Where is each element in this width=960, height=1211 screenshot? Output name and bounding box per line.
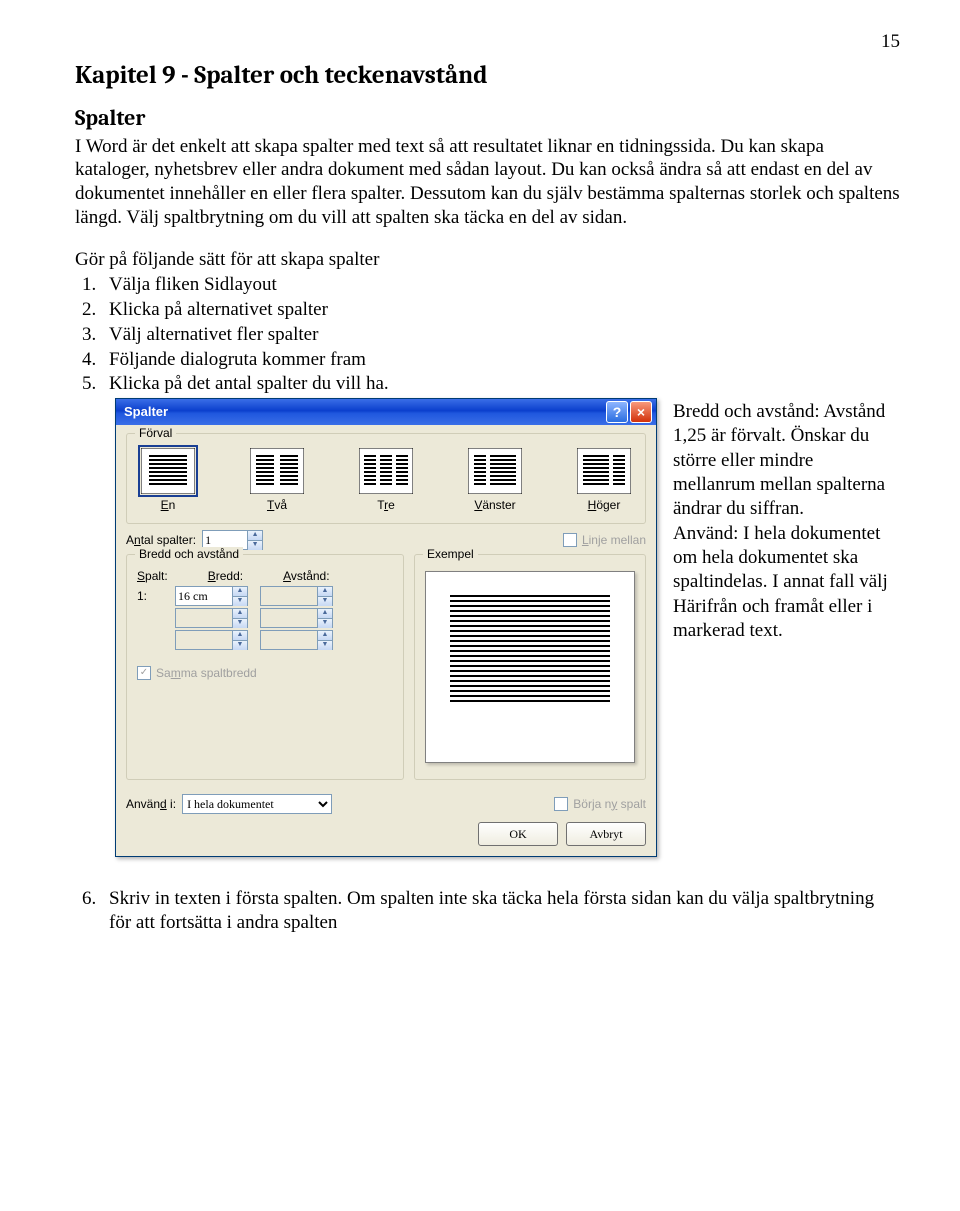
same-width-checkbox: ✓ Samma spaltbredd (137, 666, 257, 681)
width-spinner[interactable]: ▲▼ (175, 586, 248, 606)
preview-legend: Exempel (423, 547, 478, 562)
col-header: Spalt: (137, 569, 168, 584)
width-spacing-group: Bredd och avstånd Spalt: Bredd: Avstånd:… (126, 554, 404, 780)
preset-label: Tre (359, 498, 413, 513)
dialog-title: Spalter (124, 404, 168, 420)
preset-two[interactable]: Två (250, 448, 304, 513)
list-item: Klicka på det antal spalter du vill ha. (101, 372, 900, 396)
spin-down-icon[interactable]: ▼ (232, 597, 247, 606)
preset-three[interactable]: Tre (359, 448, 413, 513)
width-legend: Bredd och avstånd (135, 547, 243, 562)
line-between-label: Linje mellan (582, 533, 646, 548)
columns-three-icon (359, 448, 413, 494)
list-item: Välj alternativet fler spalter (101, 323, 900, 347)
spacing-spinner: ▲▼ (260, 586, 333, 606)
cancel-button[interactable]: Avbryt (566, 822, 646, 846)
page-number: 15 (75, 30, 900, 54)
checkbox-icon (554, 797, 568, 811)
line-between-checkbox: Linje mellan (563, 533, 646, 548)
preset-label: Två (250, 498, 304, 513)
checkbox-icon: ✓ (137, 666, 151, 680)
apply-to-select[interactable]: I hela dokumentet (182, 794, 332, 814)
preview-lines-icon (450, 595, 610, 702)
dialog-titlebar: Spalter ? × (116, 399, 656, 425)
spin-up-icon: ▲ (317, 587, 332, 597)
preset-label: Vänster (468, 498, 522, 513)
help-button[interactable]: ? (606, 401, 628, 423)
presets-legend: Förval (135, 426, 176, 441)
spin-up-icon[interactable]: ▲ (232, 587, 247, 597)
apply-to-label: Använd i: (126, 797, 176, 812)
close-button[interactable]: × (630, 401, 652, 423)
columns-one-icon (141, 448, 195, 494)
list-item: Skriv in texten i första spalten. Om spa… (101, 887, 900, 935)
same-width-label: Samma spaltbredd (156, 666, 257, 681)
preview-box (425, 571, 635, 763)
steps-title: Gör på följande sätt för att skapa spalt… (75, 248, 900, 272)
chapter-heading: Kapitel 9 - Spalter och teckenavstånd (75, 60, 900, 91)
list-item: Välja fliken Sidlayout (101, 273, 900, 297)
ok-button[interactable]: OK (478, 822, 558, 846)
col-header: Bredd: (208, 569, 243, 584)
spin-down-icon: ▼ (317, 597, 332, 606)
list-item: Klicka på alternativet spalter (101, 298, 900, 322)
steps-continued: Skriv in texten i första spalten. Om spa… (101, 887, 900, 935)
preset-label: Höger (577, 498, 631, 513)
side-annotation: Bredd och avstånd: Avstånd 1,25 är förva… (673, 398, 900, 643)
columns-right-icon (577, 448, 631, 494)
preview-group: Exempel (414, 554, 646, 780)
presets-group: Förval En (126, 433, 646, 524)
width-spinner-disabled: ▲▼ (175, 630, 248, 650)
section-heading: Spalter (75, 105, 900, 133)
num-columns-label: Antal spalter: (126, 533, 196, 548)
preset-one[interactable]: En (141, 448, 195, 513)
columns-dialog: Spalter ? × Förval (115, 398, 657, 857)
width-input[interactable] (176, 587, 232, 605)
spin-down-icon[interactable]: ▼ (247, 541, 262, 550)
preset-left[interactable]: Vänster (468, 448, 522, 513)
steps-list: Välja fliken Sidlayout Klicka på alterna… (101, 273, 900, 396)
intro-paragraph: I Word är det enkelt att skapa spalter m… (75, 135, 900, 230)
checkbox-icon (563, 533, 577, 547)
list-item: Följande dialogruta kommer fram (101, 348, 900, 372)
preset-right[interactable]: Höger (577, 448, 631, 513)
spacing-spinner-disabled: ▲▼ (260, 608, 333, 628)
spacing-spinner-disabled: ▲▼ (260, 630, 333, 650)
spin-up-icon[interactable]: ▲ (247, 531, 262, 541)
col-header: Avstånd: (283, 569, 330, 584)
width-spinner-disabled: ▲▼ (175, 608, 248, 628)
columns-two-icon (250, 448, 304, 494)
row-number: 1: (137, 589, 163, 604)
spacing-input (261, 587, 317, 605)
preset-label: En (141, 498, 195, 513)
new-column-checkbox: Börja ny spalt (554, 797, 646, 812)
new-column-label: Börja ny spalt (573, 797, 646, 812)
columns-left-icon (468, 448, 522, 494)
